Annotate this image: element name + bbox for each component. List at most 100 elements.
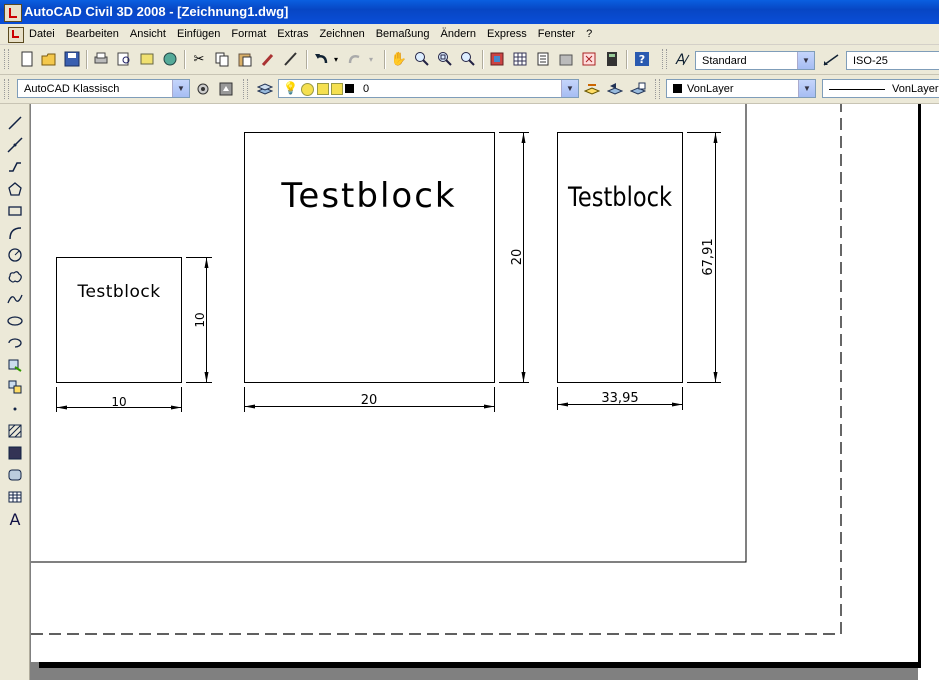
chevron-down-icon[interactable]: ▼ [172, 80, 189, 97]
3d-dwf-icon[interactable] [161, 50, 179, 68]
workspace-value: AutoCAD Klassisch [24, 83, 120, 95]
plot-preview-icon[interactable] [115, 50, 133, 68]
redo-dropdown-icon[interactable]: ▾ [366, 50, 376, 68]
circle-icon[interactable] [6, 246, 24, 264]
paste-icon[interactable] [236, 50, 254, 68]
dim-style-icon[interactable] [822, 50, 840, 68]
markup-icon[interactable] [580, 50, 598, 68]
save-icon[interactable] [63, 50, 81, 68]
menu-fenster[interactable]: Fenster [538, 28, 575, 40]
linetype-sample [829, 89, 885, 90]
text-style-combo[interactable]: Standard ▼ [695, 51, 815, 70]
sheet-set-icon[interactable] [557, 50, 575, 68]
ellipse-icon[interactable] [6, 312, 24, 330]
print-icon[interactable] [92, 50, 110, 68]
dim-style-combo[interactable]: ISO-25 [846, 51, 939, 70]
menu-extras[interactable]: Extras [277, 28, 308, 40]
toolbar-grip[interactable] [662, 49, 667, 69]
gradient-icon[interactable] [6, 444, 24, 462]
menu-ansicht[interactable]: Ansicht [130, 28, 166, 40]
chevron-down-icon[interactable]: ▼ [798, 80, 815, 97]
arc-icon[interactable] [6, 224, 24, 242]
properties-icon[interactable] [488, 50, 506, 68]
rectangle-icon[interactable] [6, 202, 24, 220]
menu-datei[interactable]: Datei [29, 28, 55, 40]
point-icon[interactable] [6, 400, 24, 418]
layer-color-swatch[interactable] [345, 84, 354, 93]
make-layer-current-icon[interactable] [583, 80, 601, 98]
open-icon[interactable] [40, 50, 58, 68]
block-2-width-dimension[interactable]: 20 [244, 387, 495, 412]
help-icon[interactable]: ? [633, 50, 651, 68]
menu-help[interactable]: ? [586, 28, 592, 40]
construction-line-icon[interactable] [6, 136, 24, 154]
linetype-combo[interactable]: VonLayer [822, 79, 939, 98]
menu-bearbeiten[interactable]: Bearbeiten [66, 28, 119, 40]
hatch-icon[interactable] [6, 422, 24, 440]
spline-icon[interactable] [6, 290, 24, 308]
pan-icon[interactable]: ✋ [390, 50, 408, 68]
design-center-icon[interactable] [511, 50, 529, 68]
layer-manager-icon[interactable] [256, 80, 274, 98]
toolbar-grip[interactable] [4, 79, 9, 99]
menu-bemassung[interactable]: Bemaßung [376, 28, 430, 40]
layer-viewport-freeze-icon[interactable] [317, 83, 329, 95]
toolbar-grip[interactable] [4, 49, 9, 69]
autocad-app-icon[interactable] [4, 4, 22, 22]
layer-states-icon[interactable] [629, 80, 647, 98]
layer-combo[interactable]: 💡 0 ▼ [278, 79, 579, 98]
menu-aendern[interactable]: Ändern [441, 28, 476, 40]
calculator-icon[interactable] [603, 50, 621, 68]
publish-icon[interactable] [138, 50, 156, 68]
layer-freeze-icon[interactable] [301, 83, 314, 96]
table-icon[interactable] [6, 488, 24, 506]
workspace-combo[interactable]: AutoCAD Klassisch ▼ [17, 79, 190, 98]
menu-einfuegen[interactable]: Einfügen [177, 28, 220, 40]
revision-cloud-icon[interactable] [6, 268, 24, 286]
polygon-icon[interactable] [6, 180, 24, 198]
menu-format[interactable]: Format [231, 28, 266, 40]
block-3[interactable]: Testblock 33,95 67,91 [557, 132, 722, 411]
new-icon[interactable] [18, 50, 36, 68]
zoom-window-icon[interactable] [436, 50, 454, 68]
match-properties-icon[interactable] [259, 50, 277, 68]
cut-icon[interactable]: ✂ [190, 50, 208, 68]
block-1-height-dimension[interactable]: 10 [186, 257, 212, 383]
multiline-text-icon[interactable]: A [6, 510, 24, 529]
make-block-icon[interactable] [6, 378, 24, 396]
ellipse-arc-icon[interactable] [6, 334, 24, 352]
block-2-height-dimension[interactable]: 20 [499, 132, 529, 383]
zoom-previous-icon[interactable] [459, 50, 477, 68]
drawing-canvas[interactable]: Testblock 10 10 Testblock 20 20 Testbloc… [31, 104, 918, 662]
layer-lock-icon[interactable] [331, 83, 343, 95]
undo-dropdown-icon[interactable]: ▾ [331, 50, 341, 68]
redo-icon[interactable] [346, 50, 364, 68]
save-workspace-icon[interactable] [217, 80, 235, 98]
zoom-realtime-icon[interactable] [413, 50, 431, 68]
menu-express[interactable]: Express [487, 28, 527, 40]
workspace-settings-icon[interactable] [194, 80, 212, 98]
block-3-width-dimension[interactable]: 33,95 [557, 387, 683, 410]
block-editor-icon[interactable] [282, 50, 300, 68]
tool-palettes-icon[interactable] [534, 50, 552, 68]
polyline-icon[interactable] [6, 158, 24, 176]
chevron-down-icon[interactable]: ▼ [561, 80, 578, 97]
block-2[interactable]: Testblock 20 20 [244, 132, 530, 413]
insert-block-icon[interactable] [6, 356, 24, 374]
text-style-icon[interactable]: A [673, 50, 691, 68]
block-1[interactable]: Testblock 10 10 [56, 257, 213, 413]
copy-icon[interactable] [213, 50, 231, 68]
block-1-width-dimension[interactable]: 10 [56, 387, 182, 412]
color-combo[interactable]: VonLayer ▼ [666, 79, 816, 98]
line-icon[interactable] [6, 114, 24, 132]
layer-on-icon[interactable]: 💡 [283, 81, 298, 95]
layer-previous-icon[interactable] [606, 80, 624, 98]
undo-icon[interactable] [312, 50, 330, 68]
document-icon[interactable] [8, 27, 24, 43]
block-3-height-dimension[interactable]: 67,91 [687, 132, 721, 383]
toolbar-grip[interactable] [655, 79, 660, 99]
region-icon[interactable] [6, 466, 24, 484]
menu-zeichnen[interactable]: Zeichnen [319, 28, 364, 40]
chevron-down-icon[interactable]: ▼ [797, 52, 814, 69]
toolbar-grip[interactable] [243, 79, 248, 99]
